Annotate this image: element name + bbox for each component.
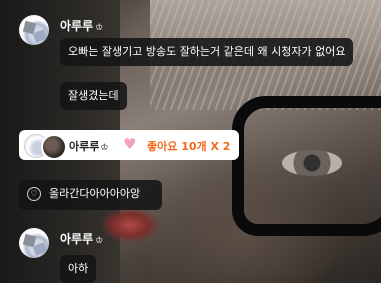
streamer-eye [282, 150, 342, 176]
streamer-avatar [41, 134, 67, 160]
like-notification: 아루루♔ ♥ 좋아요 10개 X 2 [19, 130, 239, 160]
crown-icon: ♔ [95, 23, 104, 33]
heart-outline-icon: ♡ [27, 187, 41, 201]
like-username: 아루루♔ [69, 140, 109, 153]
crown-icon: ♔ [95, 236, 104, 246]
streamer-lips [100, 205, 160, 245]
chat-bubble: 아하 [60, 255, 97, 283]
chat-bubble: 오빠는 잘생기고 방송도 잘하는거 같은데 왜 시청자가 없어요 [60, 38, 354, 66]
chat-username[interactable]: 아루루 ♔ [60, 17, 103, 34]
user-avatar[interactable] [19, 228, 49, 258]
crown-icon: ♔ [100, 143, 109, 153]
like-count-text: 좋아요 10개 X 2 [147, 140, 231, 153]
system-message-text: 올라간다아아아아앙 [49, 187, 141, 200]
chat-bubble: 잘생겼는데 [60, 82, 127, 110]
heart-icon: ♥ [123, 135, 137, 153]
system-message: ♡ 올라간다아아아아앙 [19, 180, 162, 210]
user-avatar[interactable] [19, 15, 49, 45]
chat-username[interactable]: 아루루 ♔ [60, 230, 103, 247]
